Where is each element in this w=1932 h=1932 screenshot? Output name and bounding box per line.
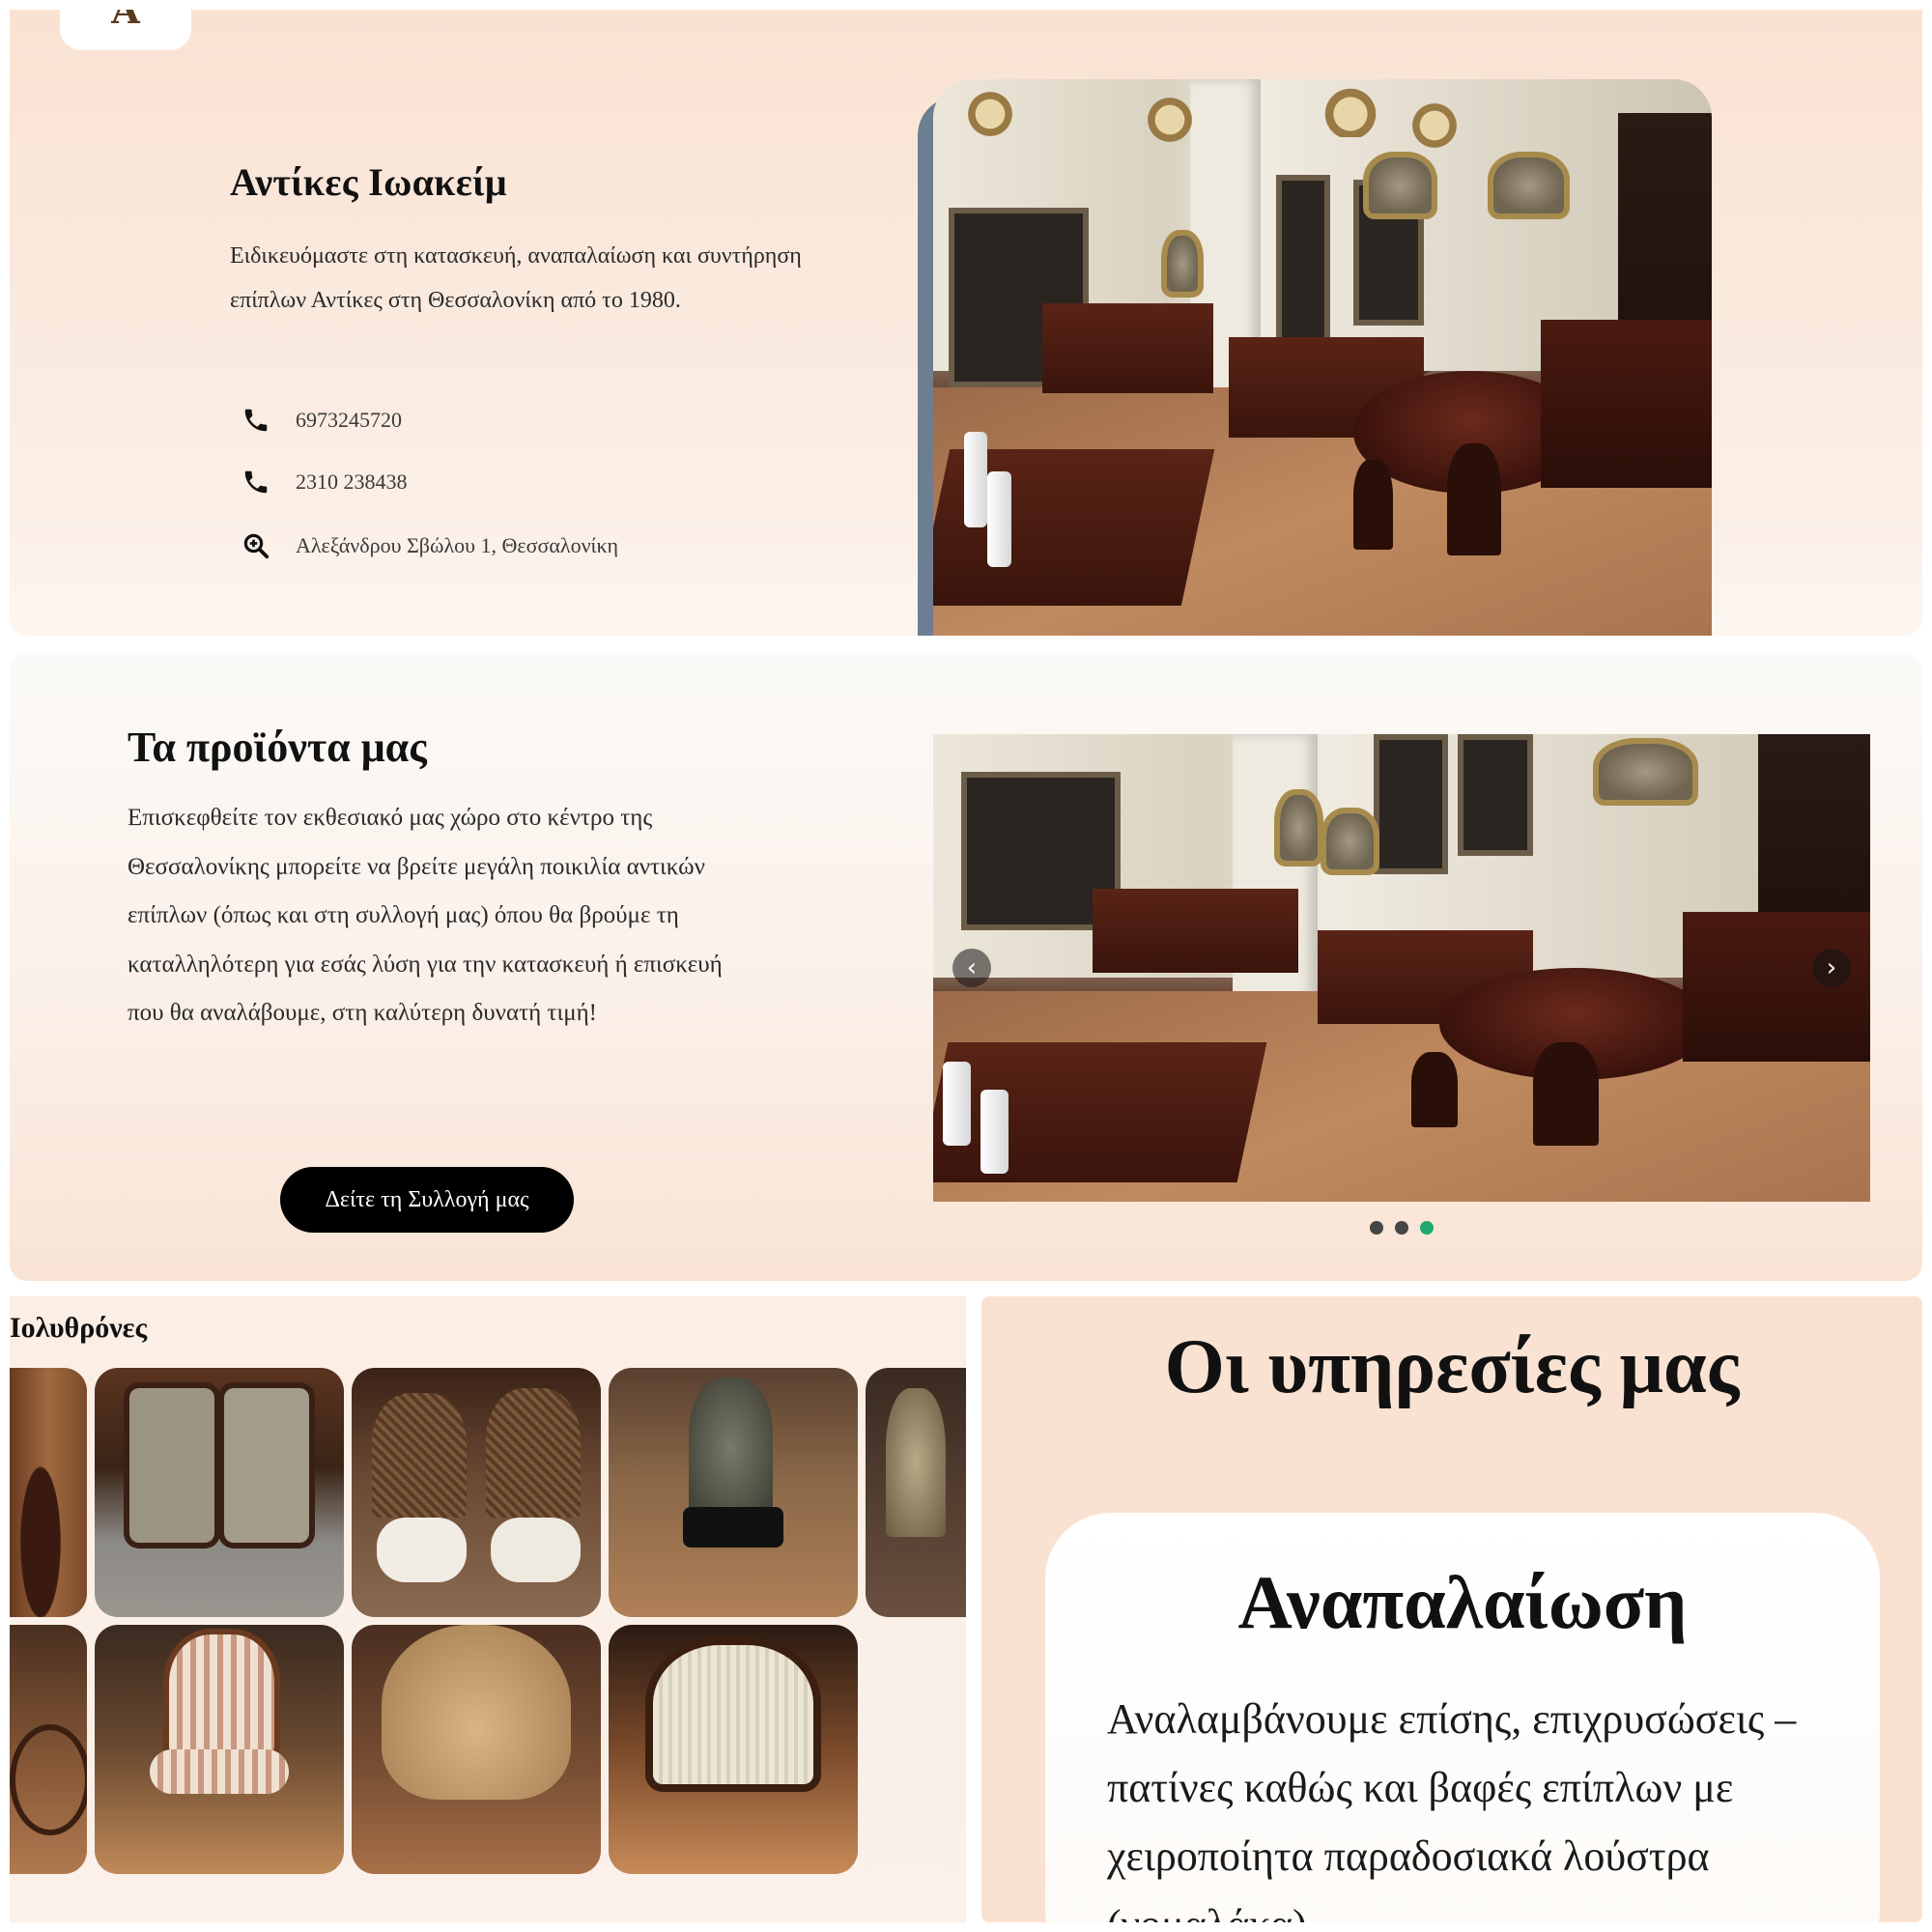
service-card-description: Αναλαμβάνουμε επίσης, επιχρυσώσεις – πατ… <box>1107 1695 1797 1922</box>
carousel-dot-1[interactable] <box>1370 1221 1383 1235</box>
hero-title: Αντίκες Ιωακείμ <box>230 160 507 204</box>
phone-icon <box>244 409 268 432</box>
site-logo[interactable]: A <box>60 10 191 50</box>
services-title: Οι υπηρεσίες μας <box>1164 1324 1740 1409</box>
chevron-left-icon: ‹ <box>966 953 978 982</box>
gallery-thumb[interactable] <box>609 1368 858 1617</box>
products-title: Τα προϊόντα μας <box>128 724 427 771</box>
gallery-thumb[interactable] <box>95 1368 344 1617</box>
carousel-dot-3-active[interactable] <box>1420 1221 1434 1235</box>
hero-section: A Αντίκες Ιωακείμ Ειδικευόμαστε στη κατα… <box>10 10 1922 636</box>
chevron-right-icon: › <box>1826 953 1837 982</box>
gallery-thumb[interactable] <box>95 1625 344 1874</box>
gallery-thumb[interactable] <box>10 1368 87 1617</box>
service-card-restoration: Αναπαλαίωση Αναλαμβάνουμε επίσης, επιχρυ… <box>1045 1513 1880 1922</box>
gallery-thumb[interactable] <box>866 1368 966 1617</box>
products-section: Τα προϊόντα μας Επισκεφθείτε τον εκθεσια… <box>10 653 1922 1281</box>
gallery-title: Ιολυθρόνες <box>10 1312 148 1344</box>
carousel-slide-image <box>933 734 1870 1202</box>
carousel-prev-button[interactable]: ‹ <box>952 949 991 987</box>
gallery-thumb[interactable] <box>609 1625 858 1874</box>
contact-landline-phone[interactable]: 2310 238438 <box>242 468 408 497</box>
carousel-pagination <box>1370 1221 1434 1235</box>
services-section: Οι υπηρεσίες μας Αναπαλαίωση Αναλαμβάνου… <box>981 1296 1922 1922</box>
service-card-title: Αναπαλαίωση <box>1237 1560 1688 1644</box>
carousel-dot-2[interactable] <box>1395 1221 1408 1235</box>
contact-mobile-phone[interactable]: 6973245720 <box>242 406 402 435</box>
contact-text: 2310 238438 <box>296 469 408 494</box>
showroom-photo <box>933 79 1712 636</box>
map-search-icon <box>243 533 270 559</box>
logo-glyph: A <box>111 10 140 32</box>
hero-description: Ειδικευόμαστε στη κατασκευή, αναπαλαίωση… <box>230 243 802 313</box>
contact-text: 6973245720 <box>296 408 402 432</box>
armchairs-gallery: Ιολυθρόνες <box>10 1296 966 1922</box>
view-collection-button[interactable]: Δείτε τη Συλλογή μας <box>280 1167 574 1233</box>
contact-address[interactable]: Αλεξάνδρου Σβώλου 1, Θεσσαλονίκη <box>242 531 618 560</box>
gallery-thumb[interactable] <box>352 1625 601 1874</box>
gallery-thumb[interactable] <box>352 1368 601 1617</box>
products-description: Επισκεφθείτε τον εκθεσιακό μας χώρο στο … <box>128 805 723 1026</box>
contact-text: Αλεξάνδρου Σβώλου 1, Θεσσαλονίκη <box>296 533 619 557</box>
gallery-thumb[interactable] <box>10 1625 87 1874</box>
hero-photo-frame <box>918 79 1712 636</box>
carousel-next-button[interactable]: › <box>1812 949 1851 987</box>
products-carousel[interactable]: ‹ › <box>933 734 1870 1202</box>
phone-icon <box>244 470 268 494</box>
